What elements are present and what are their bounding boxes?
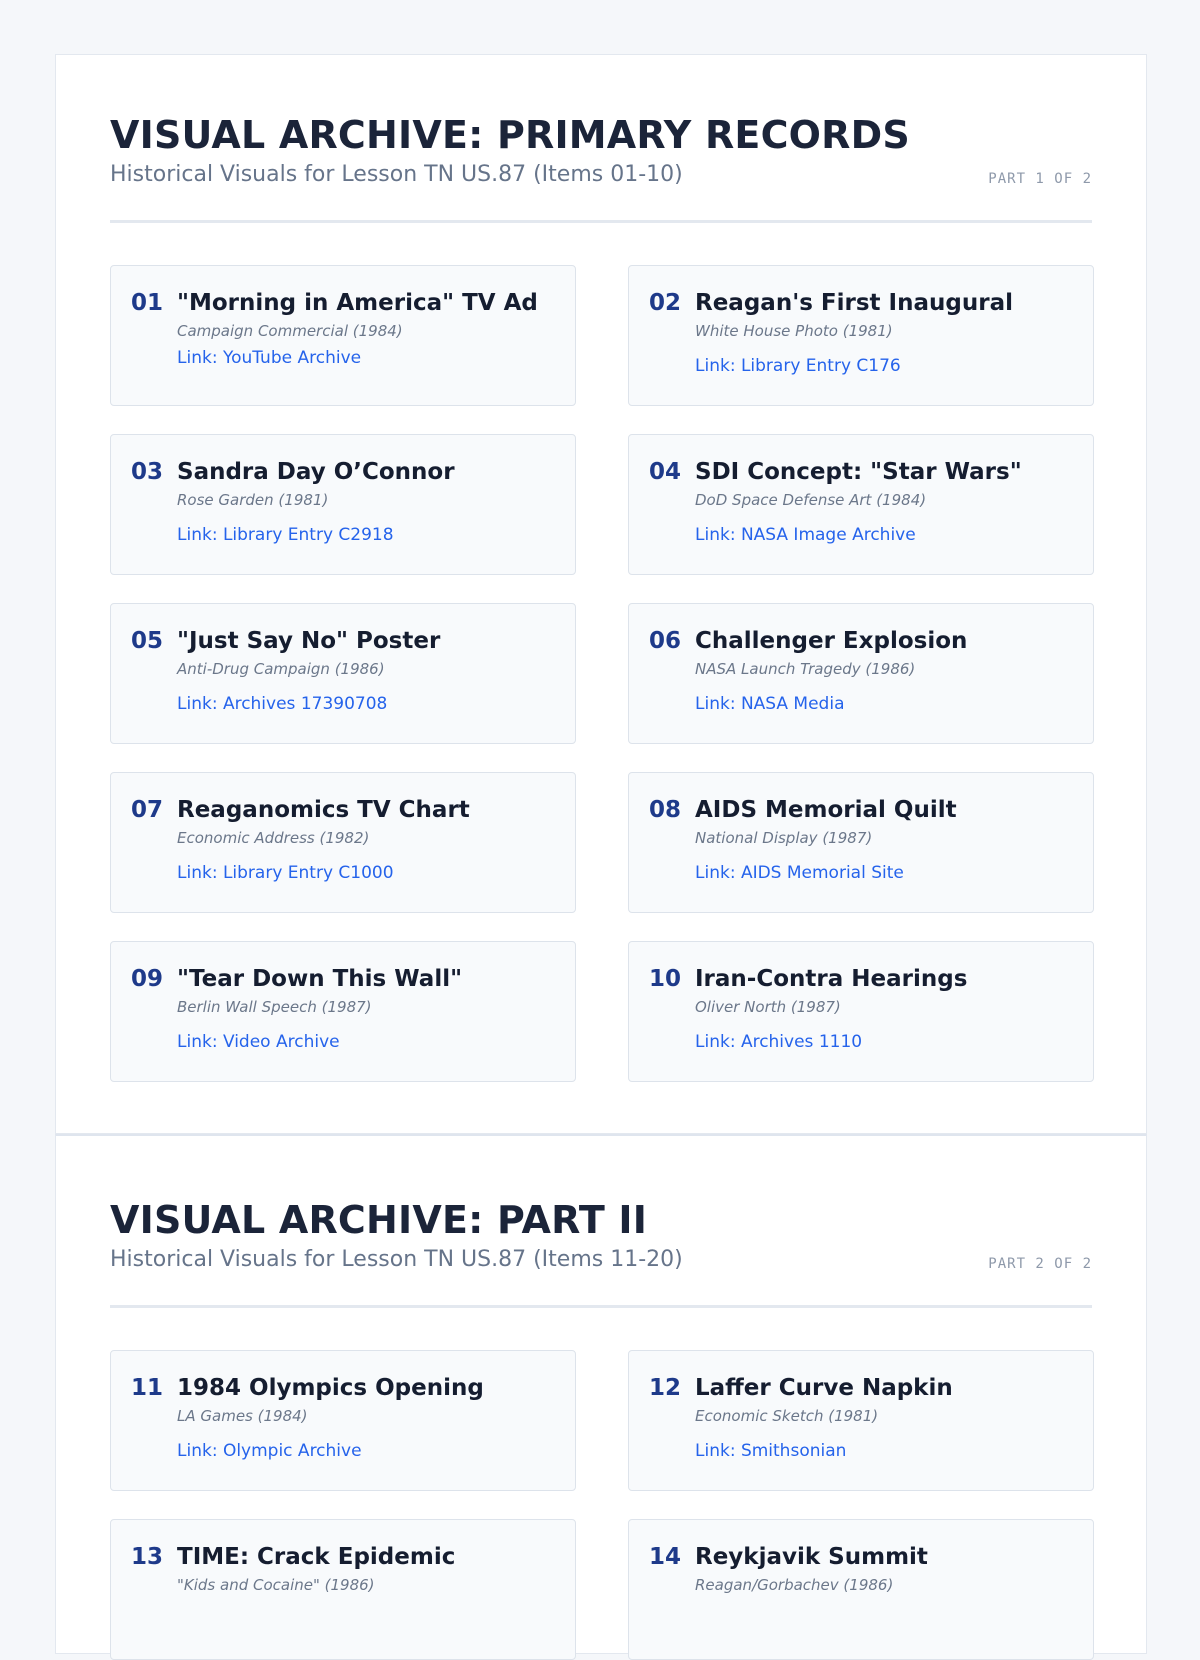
item-link[interactable]: Link: Archives 1110	[695, 1031, 1073, 1053]
item-title: Reykjavik Summit	[695, 1544, 928, 1570]
item-title: Laffer Curve Napkin	[695, 1375, 953, 1401]
item-number: 06	[649, 628, 682, 654]
sheet-subtitle: Historical Visuals for Lesson TN US.87 (…	[110, 162, 683, 187]
item-link[interactable]: Link: Library Entry C176	[695, 355, 1073, 377]
item-meta: Rose Garden (1981)	[177, 491, 329, 509]
archive-card: 04 SDI Concept: "Star Wars" DoD Space De…	[628, 434, 1094, 575]
item-link[interactable]: Link: Smithsonian	[695, 1440, 1073, 1462]
item-number: 11	[131, 1375, 164, 1401]
item-number: 05	[131, 628, 164, 654]
item-link[interactable]: Link: Olympic Archive	[177, 1440, 555, 1462]
sheet-title: VISUAL ARCHIVE: PRIMARY RECORDS	[110, 113, 910, 157]
item-link[interactable]: Link: NASA Media	[695, 693, 1073, 715]
archive-grid: 01 "Morning in America" TV Ad Campaign C…	[110, 265, 1094, 1082]
item-number: 08	[649, 797, 682, 823]
archive-card: 12 Laffer Curve Napkin Economic Sketch (…	[628, 1350, 1094, 1491]
item-meta: DoD Space Defense Art (1984)	[695, 491, 927, 509]
item-link[interactable]: Link: Archives 17390708	[177, 693, 555, 715]
item-title: "Just Say No" Poster	[177, 628, 441, 654]
archive-card: 14 Reykjavik Summit Reagan/Gorbachev (19…	[628, 1519, 1094, 1660]
archive-card: 06 Challenger Explosion NASA Launch Trag…	[628, 603, 1094, 744]
archive-card: 11 1984 Olympics Opening LA Games (1984)…	[110, 1350, 576, 1491]
item-title: Sandra Day O’Connor	[177, 459, 455, 485]
item-title: SDI Concept: "Star Wars"	[695, 459, 1022, 485]
item-title: Challenger Explosion	[695, 628, 968, 654]
item-title: "Morning in America" TV Ad	[177, 290, 538, 316]
archive-card: 05 "Just Say No" Poster Anti-Drug Campai…	[110, 603, 576, 744]
item-meta: Reagan/Gorbachev (1986)	[695, 1576, 894, 1594]
item-link[interactable]: Link: Library Entry C2918	[177, 524, 555, 546]
item-number: 02	[649, 290, 682, 316]
item-link[interactable]: Link: Library Entry C1000	[177, 862, 555, 884]
sheet-subtitle: Historical Visuals for Lesson TN US.87 (…	[110, 1247, 683, 1272]
archive-card: 13 TIME: Crack Epidemic "Kids and Cocain…	[110, 1519, 576, 1660]
part-label: PART 1 OF 2	[988, 171, 1092, 187]
item-number: 13	[131, 1544, 164, 1570]
item-title: "Tear Down This Wall"	[177, 966, 463, 992]
item-number: 09	[131, 966, 164, 992]
item-title: Reaganomics TV Chart	[177, 797, 470, 823]
sheet-title: VISUAL ARCHIVE: PART II	[110, 1198, 648, 1242]
item-meta: LA Games (1984)	[177, 1407, 308, 1425]
sheet-header: VISUAL ARCHIVE: PRIMARY RECORDS Historic…	[110, 113, 1092, 223]
archive-card: 02 Reagan's First Inaugural White House …	[628, 265, 1094, 406]
archive-card: 07 Reaganomics TV Chart Economic Address…	[110, 772, 576, 913]
item-meta: Campaign Commercial (1984)	[177, 322, 403, 340]
item-number: 14	[649, 1544, 682, 1570]
item-number: 07	[131, 797, 164, 823]
archive-card: 08 AIDS Memorial Quilt National Display …	[628, 772, 1094, 913]
item-title: Iran-Contra Hearings	[695, 966, 968, 992]
archive-card: 10 Iran-Contra Hearings Oliver North (19…	[628, 941, 1094, 1082]
item-title: TIME: Crack Epidemic	[177, 1544, 456, 1570]
archive-grid: 11 1984 Olympics Opening LA Games (1984)…	[110, 1350, 1094, 1660]
archive-card: 03 Sandra Day O’Connor Rose Garden (1981…	[110, 434, 576, 575]
item-meta: Oliver North (1987)	[695, 998, 841, 1016]
item-link[interactable]: Link: NASA Image Archive	[695, 524, 1073, 546]
item-number: 03	[131, 459, 164, 485]
item-number: 04	[649, 459, 682, 485]
archive-card: 01 "Morning in America" TV Ad Campaign C…	[110, 265, 576, 406]
item-title: 1984 Olympics Opening	[177, 1375, 484, 1401]
item-number: 12	[649, 1375, 682, 1401]
item-meta: Anti-Drug Campaign (1986)	[177, 660, 385, 678]
archive-sheet-part-2: VISUAL ARCHIVE: PART II Historical Visua…	[55, 1134, 1147, 1660]
archive-card: 09 "Tear Down This Wall" Berlin Wall Spe…	[110, 941, 576, 1082]
item-meta: Economic Sketch (1981)	[695, 1407, 879, 1425]
item-link[interactable]: Link: YouTube Archive	[177, 347, 555, 369]
item-title: AIDS Memorial Quilt	[695, 797, 957, 823]
item-meta: Economic Address (1982)	[177, 829, 370, 847]
item-link[interactable]: Link: Video Archive	[177, 1031, 555, 1053]
sheet-header: VISUAL ARCHIVE: PART II Historical Visua…	[110, 1198, 1092, 1308]
item-meta: Berlin Wall Speech (1987)	[177, 998, 372, 1016]
item-meta: White House Photo (1981)	[695, 322, 893, 340]
item-link[interactable]: Link: AIDS Memorial Site	[695, 862, 1073, 884]
item-number: 10	[649, 966, 682, 992]
item-meta: NASA Launch Tragedy (1986)	[695, 660, 916, 678]
item-meta: National Display (1987)	[695, 829, 873, 847]
item-title: Reagan's First Inaugural	[695, 290, 1013, 316]
part-label: PART 2 OF 2	[988, 1256, 1092, 1272]
item-number: 01	[131, 290, 164, 316]
archive-sheet-part-1: VISUAL ARCHIVE: PRIMARY RECORDS Historic…	[55, 54, 1147, 1134]
item-meta: "Kids and Cocaine" (1986)	[177, 1576, 375, 1594]
